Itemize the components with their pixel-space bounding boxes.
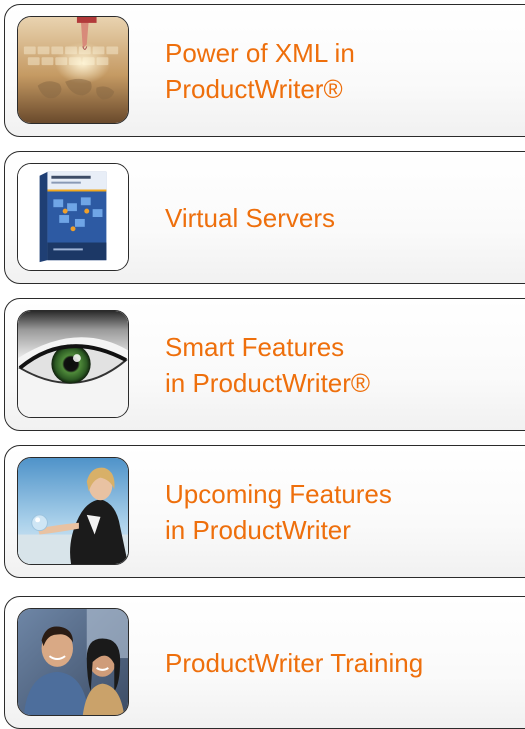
- card-title-line: Virtual Servers: [165, 202, 336, 233]
- card-power-of-xml[interactable]: Power of XML in ProductWriter®: [4, 4, 525, 137]
- people-icon: [17, 608, 129, 716]
- card-productwriter-training[interactable]: ProductWriter Training: [4, 596, 525, 729]
- card-virtual-servers[interactable]: Virtual Servers: [4, 151, 525, 284]
- card-title: ProductWriter Training: [165, 597, 505, 728]
- card-title-line: in ProductWriter®: [165, 367, 371, 398]
- card-upcoming-features[interactable]: Upcoming Features in ProductWriter: [4, 445, 525, 578]
- software-box-icon: [17, 163, 129, 271]
- card-title-line: Power of XML in: [165, 37, 355, 68]
- card-title-line: Smart Features: [165, 331, 345, 362]
- card-title: Smart Features in ProductWriter®: [165, 299, 505, 430]
- card-title-line: ProductWriter®: [165, 73, 343, 104]
- card-title: Upcoming Features in ProductWriter: [165, 446, 505, 577]
- card-title-line: ProductWriter Training: [165, 647, 424, 678]
- card-title: Virtual Servers: [165, 152, 505, 283]
- card-title: Power of XML in ProductWriter®: [165, 5, 505, 136]
- eye-icon: [17, 310, 129, 418]
- businesswoman-icon: [17, 457, 129, 565]
- card-title-line: in ProductWriter: [165, 514, 351, 545]
- card-smart-features[interactable]: Smart Features in ProductWriter®: [4, 298, 525, 431]
- card-title-line: Upcoming Features: [165, 478, 392, 509]
- keyboard-globe-icon: [17, 16, 129, 124]
